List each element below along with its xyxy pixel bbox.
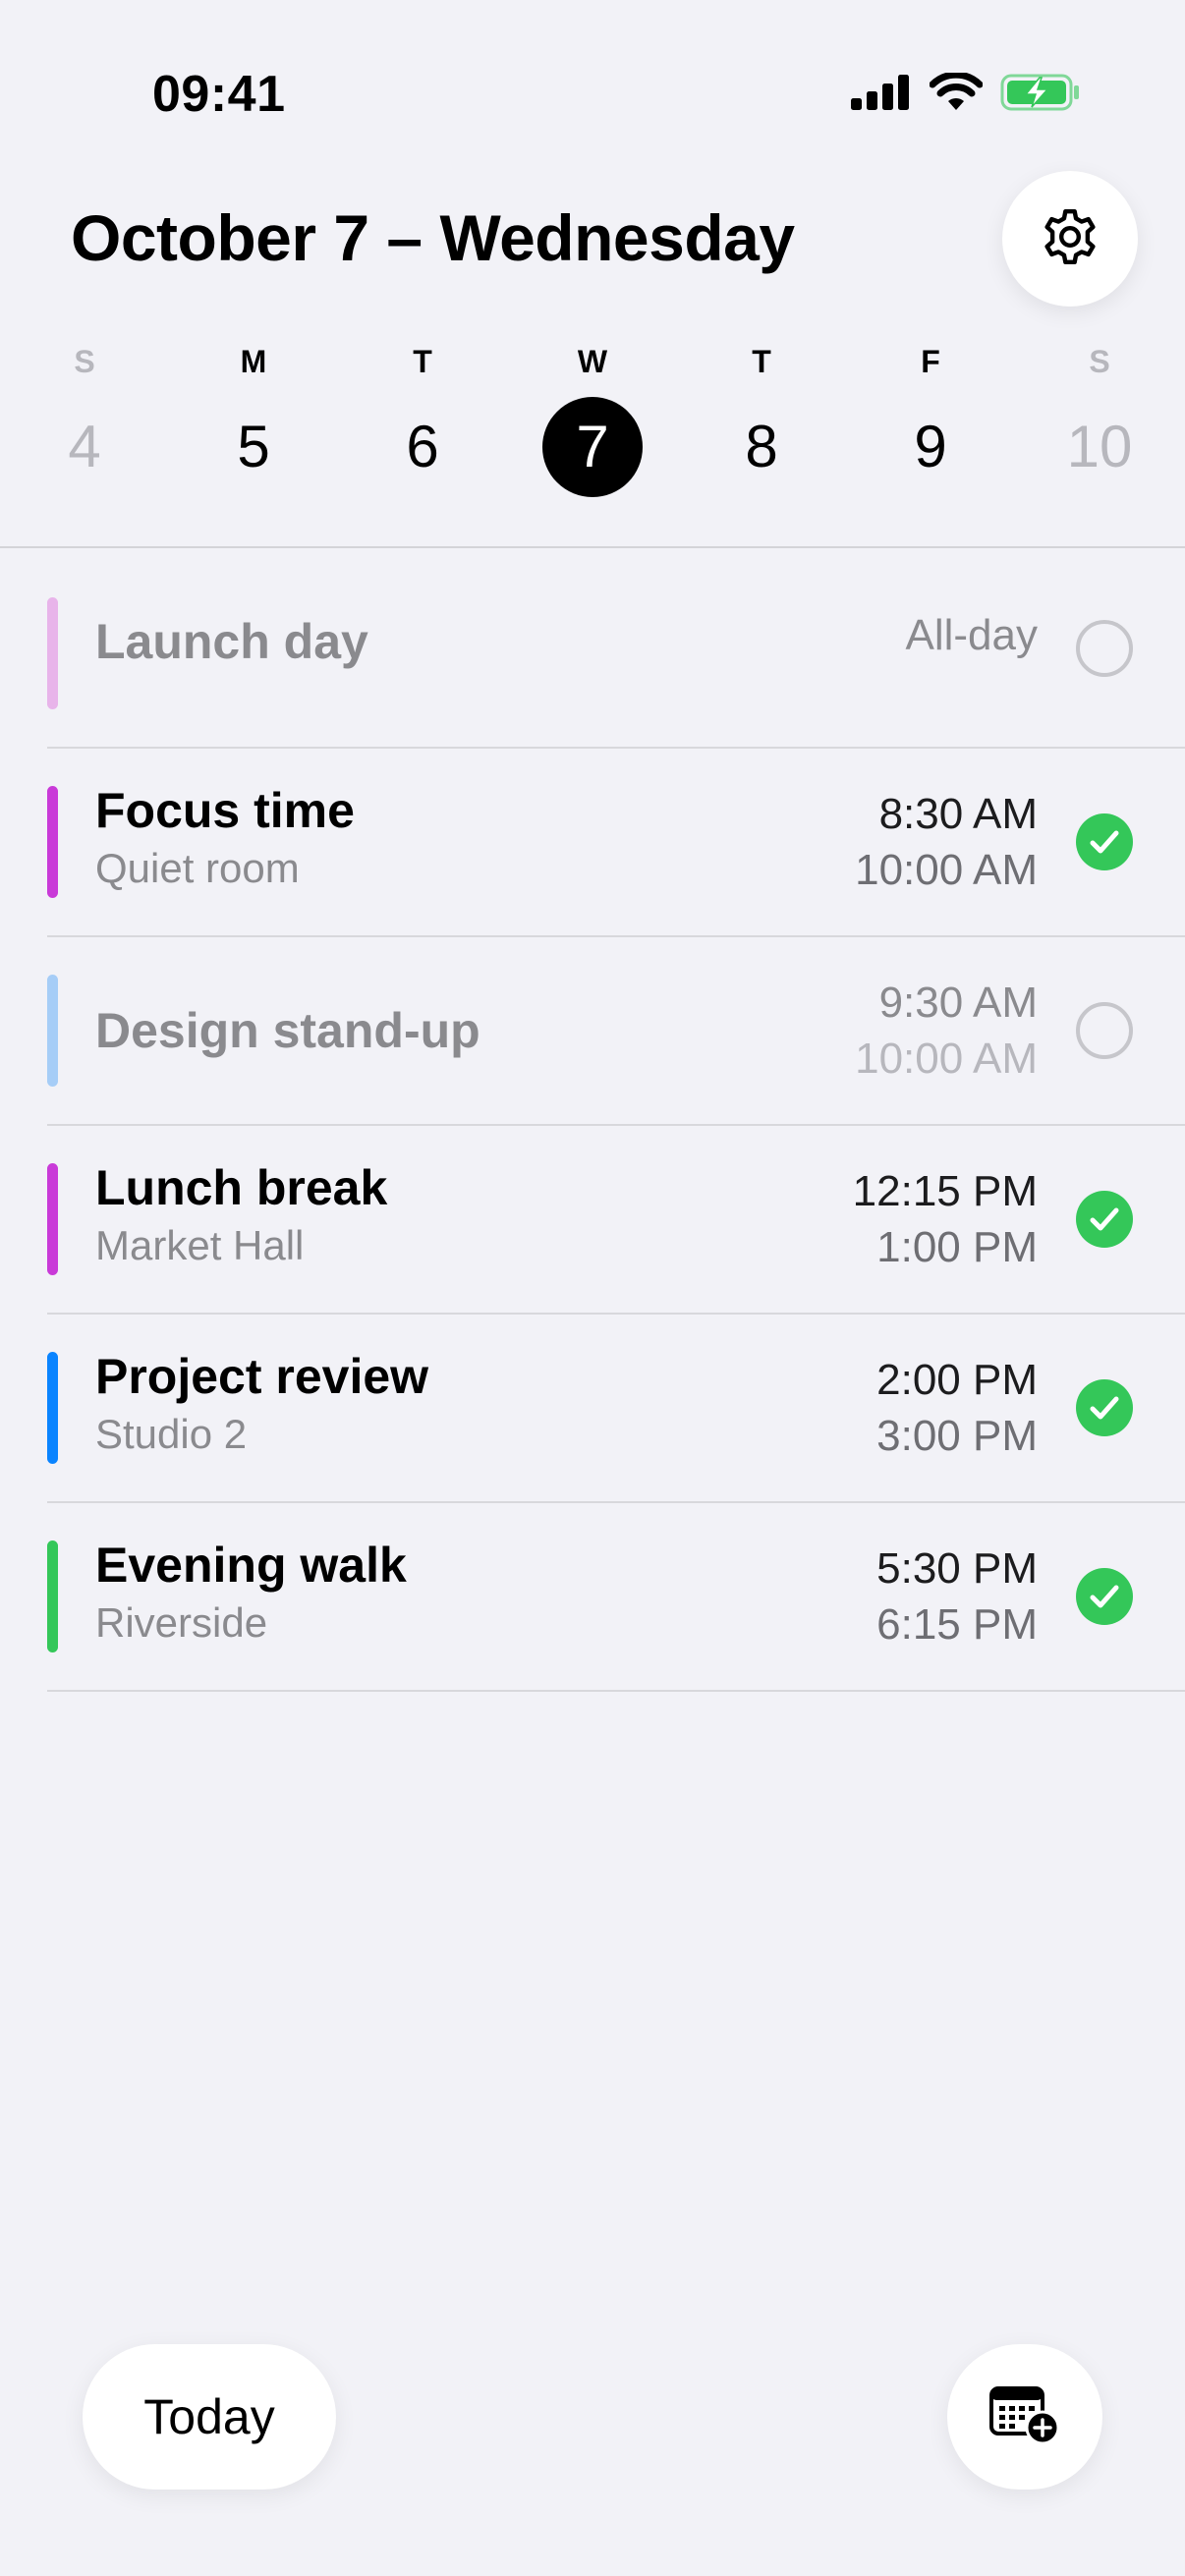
event-location: Riverside (95, 1599, 268, 1646)
event-all-day-label: All-day (905, 611, 1039, 659)
event-time-range: 5:30 PM 6:15 PM (876, 1540, 1038, 1652)
event-time-range: 8:30 AM 10:00 AM (855, 786, 1038, 898)
day-letter: W (577, 344, 608, 379)
event-color-bar (47, 597, 58, 709)
add-event-button[interactable] (947, 2344, 1102, 2490)
settings-button[interactable] (1002, 171, 1138, 307)
day-saturday-10[interactable]: S 10 (1031, 338, 1168, 497)
day-number: 10 (1066, 414, 1133, 479)
event-start-time: 8:30 AM (878, 790, 1038, 838)
completion-toggle[interactable] (1076, 813, 1133, 870)
event-title: Evening walk (95, 1538, 407, 1593)
event-row-launch-day[interactable]: Launch day All-day (47, 548, 1185, 749)
event-end-time: 3:00 PM (876, 1412, 1038, 1460)
day-wednesday-7[interactable]: W 7 (524, 338, 661, 497)
day-letter: F (921, 344, 940, 379)
day-letter: M (240, 344, 267, 379)
event-color-bar (47, 1352, 58, 1464)
event-location: Studio 2 (95, 1411, 248, 1457)
event-title: Lunch break (95, 1160, 388, 1215)
event-row-lunch-break[interactable]: Lunch break Market Hall 12:15 PM 1:00 PM (47, 1126, 1185, 1315)
event-end-time: 10:00 AM (855, 1035, 1038, 1083)
day-letter: S (74, 344, 95, 379)
completion-toggle[interactable] (1076, 620, 1133, 677)
event-end-time: 1:00 PM (876, 1223, 1038, 1271)
page-title: October 7 – Wednesday (71, 201, 795, 274)
completion-toggle[interactable] (1076, 1191, 1133, 1248)
event-title: Project review (95, 1349, 429, 1404)
checkmark-icon (1076, 830, 1133, 874)
week-strip: S 4 M 5 T 6 W 7 T 8 F 9 S 10 (0, 338, 1185, 505)
event-title: Launch day (95, 614, 368, 669)
event-end-time: 10:00 AM (855, 846, 1038, 894)
event-time-range: 9:30 AM 10:00 AM (855, 975, 1038, 1087)
event-row-design-stand-up[interactable]: Design stand-up 9:30 AM 10:00 AM (47, 937, 1185, 1126)
event-color-bar (47, 975, 58, 1087)
day-tuesday-6[interactable]: T 6 (354, 338, 491, 497)
event-time-range: 12:15 PM 1:00 PM (853, 1163, 1038, 1275)
event-list: Launch day All-day Focus time Quiet room… (47, 548, 1185, 1692)
day-monday-5[interactable]: M 5 (185, 338, 322, 497)
event-row-project-review[interactable]: Project review Studio 2 2:00 PM 3:00 PM (47, 1315, 1185, 1503)
day-letter: T (752, 344, 771, 379)
day-number: 9 (914, 414, 947, 479)
event-end-time: 6:15 PM (876, 1600, 1038, 1649)
wifi-icon (929, 71, 984, 117)
day-number: 7 (542, 397, 643, 497)
day-thursday-8[interactable]: T 8 (693, 338, 830, 497)
calendar-add-icon (988, 2382, 1062, 2452)
checkmark-icon (1076, 1207, 1133, 1252)
event-start-time: 12:15 PM (852, 1167, 1038, 1215)
day-number: 6 (406, 414, 439, 479)
event-start-time: 5:30 PM (876, 1544, 1038, 1593)
event-color-bar (47, 1540, 58, 1652)
day-friday-9[interactable]: F 9 (862, 338, 999, 497)
day-sunday-4[interactable]: S 4 (16, 338, 153, 497)
gear-icon (1038, 204, 1102, 274)
completion-toggle[interactable] (1076, 1002, 1133, 1059)
cellular-signal-icon (851, 75, 912, 115)
event-row-focus-time[interactable]: Focus time Quiet room 8:30 AM 10:00 AM (47, 749, 1185, 937)
event-title: Design stand-up (95, 1003, 480, 1058)
event-time-range: 2:00 PM 3:00 PM (876, 1352, 1038, 1464)
checkmark-icon (1076, 1585, 1133, 1629)
status-bar: 09:41 (0, 0, 1185, 138)
day-number: 4 (68, 414, 101, 479)
completion-toggle[interactable] (1076, 1379, 1133, 1436)
day-number: 5 (237, 414, 270, 479)
battery-charging-icon (1000, 73, 1081, 117)
event-color-bar (47, 1163, 58, 1275)
event-color-bar (47, 786, 58, 898)
status-time: 09:41 (152, 66, 286, 123)
event-location: Quiet room (95, 845, 300, 891)
event-title: Focus time (95, 783, 355, 838)
event-start-time: 9:30 AM (878, 979, 1038, 1027)
day-number: 8 (745, 414, 778, 479)
event-start-time: 2:00 PM (876, 1356, 1038, 1404)
day-letter: S (1089, 344, 1110, 379)
status-icons (851, 71, 1081, 117)
completion-toggle[interactable] (1076, 1568, 1133, 1625)
event-location: Market Hall (95, 1222, 305, 1268)
checkmark-icon (1076, 1396, 1133, 1440)
today-button[interactable]: Today (83, 2344, 336, 2490)
event-row-evening-walk[interactable]: Evening walk Riverside 5:30 PM 6:15 PM (47, 1503, 1185, 1692)
day-letter: T (413, 344, 432, 379)
